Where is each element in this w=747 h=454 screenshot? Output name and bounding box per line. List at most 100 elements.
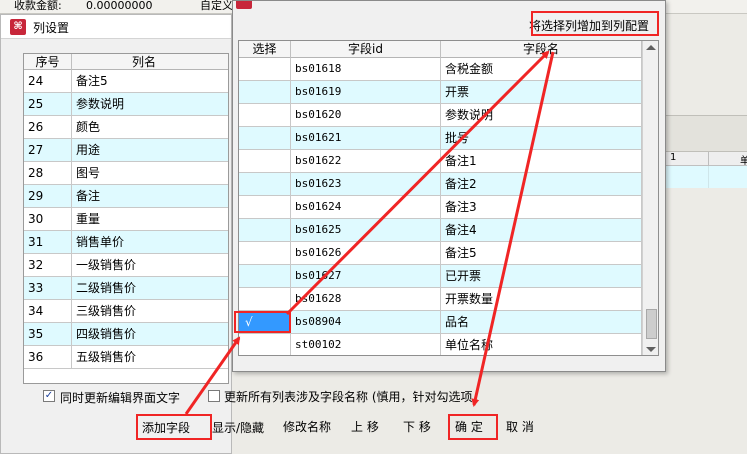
column-list-body: 24 备注5 25 参数说明 26 颜色 27 用途 28 图号 29 备注 30 重量 31 销售单价 32 一… <box>24 70 228 369</box>
field-row[interactable]: bs01624 备注3 <box>239 196 642 219</box>
column-row-seq: 24 <box>24 70 72 92</box>
column-row[interactable]: 24 备注5 <box>24 70 228 93</box>
column-settings-titlebar[interactable]: ⌘ 列设置 <box>1 15 231 39</box>
scroll-down-arrow-icon[interactable] <box>646 347 656 352</box>
column-row-name[interactable]: 备注5 <box>72 70 228 92</box>
field-row-select-cell[interactable] <box>239 242 291 264</box>
move-up-button[interactable]: 上 移 <box>351 419 379 435</box>
field-row[interactable]: bs01623 备注2 <box>239 173 642 196</box>
column-row-name[interactable]: 用途 <box>72 139 228 161</box>
column-row-name[interactable]: 参数说明 <box>72 93 228 115</box>
field-row[interactable]: bs01622 备注1 <box>239 150 642 173</box>
bg-label-custom: 自定义 <box>200 0 233 12</box>
field-row-id: bs01619 <box>291 81 441 103</box>
column-row[interactable]: 30 重量 <box>24 208 228 231</box>
field-row[interactable]: bs01619 开票 <box>239 81 642 104</box>
field-row[interactable]: bs01621 批号 <box>239 127 642 150</box>
field-row-name: 含税金额 <box>441 58 642 80</box>
header-field-name[interactable]: 字段名 <box>441 41 642 58</box>
column-row[interactable]: 32 一级销售价 <box>24 254 228 277</box>
update-all-lists-checkbox[interactable] <box>208 390 220 402</box>
field-row[interactable]: bs01620 参数说明 <box>239 104 642 127</box>
column-row-seq: 36 <box>24 346 72 368</box>
field-row[interactable]: bs01625 备注4 <box>239 219 642 242</box>
field-row-name: 开票数量 <box>441 288 642 310</box>
header-select[interactable]: 选择 <box>239 41 291 58</box>
column-list-grid[interactable]: 序号 列名 24 备注5 25 参数说明 26 颜色 27 用途 28 图号 29 备注 30 重量 31 销… <box>23 53 229 384</box>
field-picker-dialog: 将选择列增加到列配置 选择 字段id 字段名 bs01618 含税金额 bs0161… <box>232 0 666 372</box>
field-row-id: bs01625 <box>291 219 441 241</box>
field-row-select-cell[interactable] <box>239 265 291 287</box>
field-row[interactable]: bs01626 备注5 <box>239 242 642 265</box>
column-row-seq: 32 <box>24 254 72 276</box>
column-row[interactable]: 33 二级销售价 <box>24 277 228 300</box>
field-row-id: bs01618 <box>291 58 441 80</box>
column-row[interactable]: 26 颜色 <box>24 116 228 139</box>
column-row-seq: 35 <box>24 323 72 345</box>
column-row-name[interactable]: 颜色 <box>72 116 228 138</box>
field-row-name: 备注2 <box>441 173 642 195</box>
bg-value-collected: 0.00000000 <box>86 0 153 12</box>
bg-header-separator <box>708 152 709 166</box>
field-row-select-cell[interactable] <box>239 288 291 310</box>
field-row-select-cell[interactable] <box>239 104 291 126</box>
background-grid-header: 1 单 <box>666 152 747 167</box>
move-down-button[interactable]: 下 移 <box>403 419 431 435</box>
field-list-scrollbar[interactable] <box>642 41 658 355</box>
bg-header-col-2: 单 <box>740 156 747 167</box>
column-row-name[interactable]: 图号 <box>72 162 228 184</box>
field-row-select-cell[interactable] <box>239 58 291 80</box>
column-row[interactable]: 25 参数说明 <box>24 93 228 116</box>
field-row-id: bs08904 <box>291 311 441 333</box>
sync-edit-text-checkbox[interactable]: ✓ <box>43 390 55 402</box>
field-row-select-cell[interactable] <box>239 219 291 241</box>
field-row[interactable]: √ bs08904 品名 <box>239 311 642 334</box>
column-settings-dialog: ⌘ 列设置 序号 列名 24 备注5 25 参数说明 26 颜色 27 用途 28 图号 29 备注 3… <box>0 14 264 454</box>
column-row[interactable]: 27 用途 <box>24 139 228 162</box>
column-row[interactable]: 36 五级销售价 <box>24 346 228 369</box>
scroll-thumb[interactable] <box>646 309 657 339</box>
field-row-name: 备注3 <box>441 196 642 218</box>
field-row-select-cell[interactable] <box>239 150 291 172</box>
field-list-body: bs01618 含税金额 bs01619 开票 bs01620 参数说明 bs01621 批号… <box>239 58 642 355</box>
column-row-name[interactable]: 销售单价 <box>72 231 228 253</box>
rename-button[interactable]: 修改名称 <box>283 419 331 435</box>
column-row[interactable]: 35 四级销售价 <box>24 323 228 346</box>
bg-label-collected: 收款金额: <box>14 0 62 12</box>
header-seq[interactable]: 序号 <box>24 54 72 70</box>
column-row-name[interactable]: 重量 <box>72 208 228 230</box>
column-row-name[interactable]: 四级销售价 <box>72 323 228 345</box>
column-row-seq: 33 <box>24 277 72 299</box>
column-row-name[interactable]: 三级销售价 <box>72 300 228 322</box>
field-row-name: 已开票 <box>441 265 642 287</box>
field-row-select-cell[interactable] <box>239 81 291 103</box>
column-row-seq: 27 <box>24 139 72 161</box>
field-row-select-cell[interactable] <box>239 173 291 195</box>
field-row-id: bs01627 <box>291 265 441 287</box>
column-row[interactable]: 29 备注 <box>24 185 228 208</box>
column-row[interactable]: 34 三级销售价 <box>24 300 228 323</box>
field-row-select-cell[interactable] <box>239 334 291 355</box>
field-row-select-cell[interactable] <box>239 127 291 149</box>
column-row[interactable]: 28 图号 <box>24 162 228 185</box>
column-row[interactable]: 31 销售单价 <box>24 231 228 254</box>
column-row-name[interactable]: 备注 <box>72 185 228 207</box>
highlight-add-field <box>136 414 212 440</box>
header-column-name[interactable]: 列名 <box>72 54 228 70</box>
field-list-grid[interactable]: 选择 字段id 字段名 bs01618 含税金额 bs01619 开票 bs01620 参… <box>238 40 659 356</box>
bg-header-col-1: 1 <box>670 152 677 163</box>
field-row[interactable]: bs01627 已开票 <box>239 265 642 288</box>
field-row[interactable]: bs01618 含税金额 <box>239 58 642 81</box>
show-hide-button[interactable]: 显示/隐藏 <box>212 420 264 436</box>
scroll-up-arrow-icon[interactable] <box>646 45 656 50</box>
column-row-name[interactable]: 二级销售价 <box>72 277 228 299</box>
field-row-name: 参数说明 <box>441 104 642 126</box>
cancel-button[interactable]: 取 消 <box>506 419 534 435</box>
column-row-name[interactable]: 五级销售价 <box>72 346 228 368</box>
sync-edit-text-label: 同时更新编辑界面文字 <box>60 391 181 405</box>
header-field-id[interactable]: 字段id <box>291 41 441 58</box>
column-row-name[interactable]: 一级销售价 <box>72 254 228 276</box>
field-row[interactable]: bs01628 开票数量 <box>239 288 642 311</box>
field-row[interactable]: st00102 单位名称 <box>239 334 642 355</box>
field-row-select-cell[interactable] <box>239 196 291 218</box>
